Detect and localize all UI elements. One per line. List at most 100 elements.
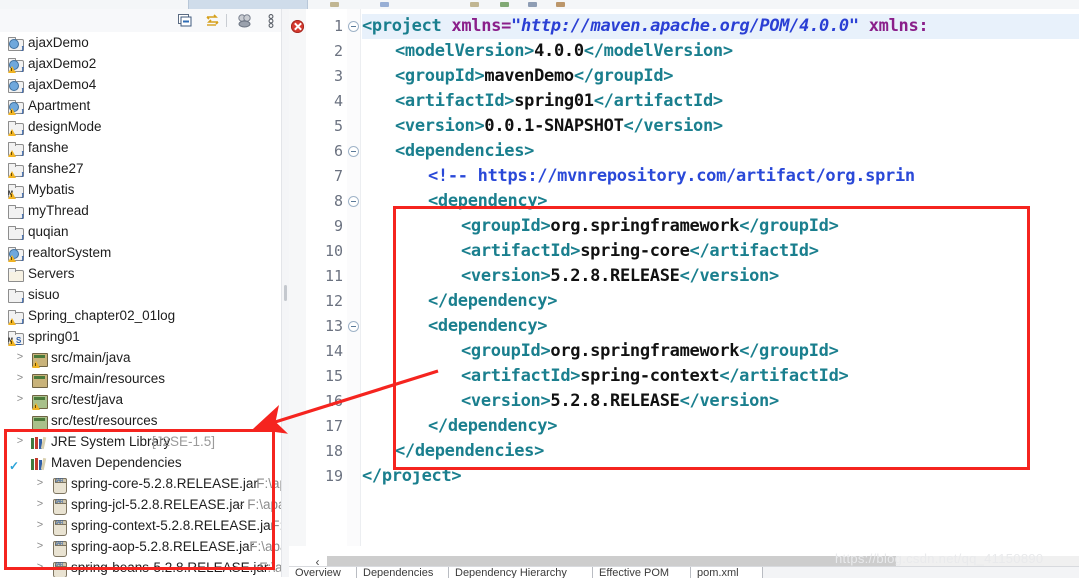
tree-item-jar[interactable]: > JAR spring-context-5.2.8.RELEASE.jar -… (0, 515, 281, 536)
collapse-all-icon[interactable] (176, 13, 193, 29)
tab-dependencies[interactable]: Dependencies (357, 567, 449, 578)
java-web-project-icon: J (6, 56, 24, 74)
chevron-right-icon[interactable]: > (14, 389, 26, 410)
tree-item-label: src/test/java (51, 392, 124, 407)
tree-item-jar[interactable]: > JAR spring-beans-5.2.8.RELEASE.jar - F… (0, 557, 281, 577)
code-token-tag: </artifactId> (593, 91, 723, 111)
tree-item-fanshe27[interactable]: J fanshe27 (0, 158, 281, 179)
tree-item-quqian[interactable]: J quqian (0, 221, 281, 242)
view-menu-icon[interactable] (266, 13, 276, 29)
marker-ruler[interactable] (289, 9, 307, 546)
chevron-right-icon[interactable]: > (14, 368, 26, 389)
line-number: 18 (324, 442, 343, 460)
tree-item-designmode[interactable]: J designMode (0, 116, 281, 137)
chevron-right-icon[interactable]: > (34, 515, 46, 536)
tab-overview[interactable]: Overview (289, 567, 357, 578)
chevron-right-icon[interactable]: > (34, 557, 46, 577)
tree-item-path: - F:\ap (263, 518, 281, 533)
code-line[interactable]: <groupId>org.springframework</groupId> (461, 214, 839, 239)
tree-item-label: fanshe27 (28, 161, 84, 176)
code-line[interactable]: <groupId>org.springframework</groupId> (461, 339, 839, 364)
tree-item-spring01[interactable]: MS spring01 (0, 326, 281, 347)
tree-item-fanshe[interactable]: J fanshe (0, 137, 281, 158)
toolbar-icon-4[interactable] (500, 2, 509, 7)
code-text-area[interactable]: <project xmlns="http://maven.apache.org/… (360, 9, 1079, 546)
tree-item-mybatis[interactable]: MJ Mybatis (0, 179, 281, 200)
code-line[interactable]: <version>0.0.1-SNAPSHOT</version> (395, 114, 723, 139)
tree-item-ajaxdemo2[interactable]: J ajaxDemo2 (0, 53, 281, 74)
tree-item-src-main-resources[interactable]: > src/main/resources (0, 368, 281, 389)
tree-item-servers[interactable]: Servers (0, 263, 281, 284)
chevron-right-icon[interactable]: > (34, 494, 46, 515)
tree-item-label: Mybatis (28, 182, 75, 197)
code-line[interactable]: </dependency> (428, 289, 557, 314)
tree-item-jar[interactable]: > JAR spring-core-5.2.8.RELEASE.jar - F:… (0, 473, 281, 494)
toolbar-icon-5[interactable] (528, 2, 537, 7)
code-line[interactable]: <artifactId>spring01</artifactId> (395, 89, 723, 114)
tree-item-maven-dependencies[interactable]: ✓ Maven Dependencies (0, 452, 281, 473)
fold-collapse-icon[interactable] (348, 21, 359, 32)
link-with-editor-icon[interactable] (204, 13, 221, 29)
toolbar-icon-6[interactable] (556, 2, 565, 7)
code-token-txt: 0.0.1-SNAPSHOT (484, 116, 624, 136)
fold-collapse-icon[interactable] (348, 321, 359, 332)
code-line[interactable]: </dependencies> (395, 439, 544, 464)
tree-item-realtorsystem[interactable]: J realtorSystem (0, 242, 281, 263)
tree-item-label: ajaxDemo2 (28, 56, 97, 71)
toolbar-icon-1[interactable] (330, 2, 339, 7)
chevron-right-icon[interactable]: > (34, 473, 46, 494)
tab-strip-filler (763, 567, 1079, 578)
folding-ruler[interactable] (347, 9, 361, 546)
code-line[interactable]: </dependency> (428, 414, 557, 439)
focus-on-active-task-icon[interactable] (236, 13, 253, 29)
tab-pom-xml[interactable]: pom.xml (691, 567, 763, 578)
tab-effective-pom[interactable]: Effective POM (593, 567, 691, 578)
chevron-right-icon[interactable]: > (14, 347, 26, 368)
fold-collapse-icon[interactable] (348, 146, 359, 157)
splitter-grip[interactable] (284, 285, 287, 301)
code-line[interactable]: <dependencies> (395, 139, 534, 164)
code-line[interactable]: </project> (362, 464, 462, 489)
code-line[interactable]: <dependency> (428, 314, 548, 339)
toolbar-icon-3[interactable] (470, 2, 479, 7)
code-line[interactable]: <groupId>mavenDemo</groupId> (395, 64, 674, 89)
tree-item-label: Spring_chapter02_01log (28, 308, 176, 323)
chevron-right-icon[interactable]: > (14, 431, 26, 452)
editor-page-tabs[interactable]: Overview Dependencies Dependency Hierarc… (289, 566, 1079, 578)
code-line[interactable]: <project xmlns="http://maven.apache.org/… (362, 14, 1079, 39)
tree-item-path: - F:\apac (248, 476, 281, 491)
tree-item-jar[interactable]: > JAR spring-aop-5.2.8.RELEASE.jar - F:\… (0, 536, 281, 557)
project-tree[interactable]: J ajaxDemo J ajaxDemo2 J ajaxDemo4 J Apa… (0, 32, 281, 577)
code-line[interactable]: <!-- https://mvnrepository.com/artifact/… (428, 164, 915, 189)
code-token-tag: <dependencies> (395, 141, 535, 161)
tree-item-jar[interactable]: > JAR spring-jcl-5.2.8.RELEASE.jar - F:\… (0, 494, 281, 515)
tree-item-apartment[interactable]: J Apartment (0, 95, 281, 116)
tree-item-src-main-java[interactable]: > src/main/java (0, 347, 281, 368)
tree-item-src-test-java[interactable]: > src/test/java (0, 389, 281, 410)
tree-item-spring-chapter02-01log[interactable]: J Spring_chapter02_01log (0, 305, 281, 326)
error-marker-icon[interactable] (291, 20, 304, 33)
tree-item-jre-system-library[interactable]: > JRE System Library [J2SE-1.5] (0, 431, 281, 452)
code-line[interactable]: <artifactId>spring-core</artifactId> (461, 239, 819, 264)
editor-tab-stub[interactable] (188, 0, 308, 9)
jar-icon: JAR (50, 518, 67, 536)
code-line[interactable]: <version>5.2.8.RELEASE</version> (461, 389, 779, 414)
code-line[interactable]: <modelVersion>4.0.0</modelVersion> (395, 39, 733, 64)
tree-item-ajaxdemo4[interactable]: J ajaxDemo4 (0, 74, 281, 95)
line-number: 5 (333, 117, 343, 135)
chevron-right-icon[interactable]: > (34, 536, 46, 557)
tab-dependency-hierarchy[interactable]: Dependency Hierarchy (449, 567, 593, 578)
tree-item-sisuo[interactable]: J sisuo (0, 284, 281, 305)
line-number: 14 (324, 342, 343, 360)
toolbar-icon-2[interactable] (380, 2, 389, 7)
code-line[interactable]: <dependency> (428, 189, 548, 214)
tree-item-ajaxdemo[interactable]: J ajaxDemo (0, 32, 281, 53)
code-line[interactable]: <version>5.2.8.RELEASE</version> (461, 264, 779, 289)
line-number: 16 (324, 392, 343, 410)
tree-item-src-test-resources[interactable]: src/test/resources (0, 410, 281, 431)
maven-spring-project-icon: MS (6, 329, 24, 346)
fold-collapse-icon[interactable] (348, 196, 359, 207)
xml-editor[interactable]: 1 2 3 4 5 6 7 8 9 10 11 12 13 14 15 16 17 18 19 <project x… (289, 9, 1079, 577)
code-line[interactable]: <artifactId>spring-context</artifactId> (461, 364, 849, 389)
tree-item-mythread[interactable]: J myThread (0, 200, 281, 221)
